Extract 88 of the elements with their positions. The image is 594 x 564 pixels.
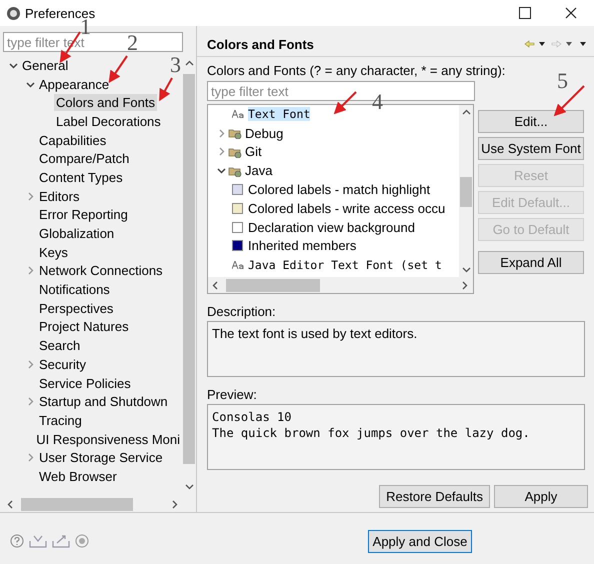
tree-item[interactable]: Search (37, 337, 82, 354)
tree-item[interactable]: General (20, 56, 70, 74)
folder-icon (228, 146, 242, 158)
expand-all-button[interactable]: Expand All (478, 251, 584, 274)
tree-item[interactable]: Capabilities (37, 132, 108, 149)
tree-item[interactable]: Service Policies (37, 374, 133, 392)
scroll-down-icon[interactable] (462, 265, 470, 274)
chevron-right-icon[interactable] (26, 266, 34, 276)
chevron-right-icon[interactable] (216, 147, 226, 156)
chevron-down-icon[interactable] (216, 166, 226, 176)
maximize-icon[interactable] (519, 7, 531, 19)
chevron-down-icon[interactable] (8, 60, 18, 70)
annotation-arrow (334, 91, 357, 114)
tree-item[interactable]: Web Browser (37, 468, 119, 485)
forward-icon[interactable] (551, 39, 575, 49)
scrollbar-thumb[interactable] (183, 74, 195, 464)
folder-icon (228, 127, 242, 140)
tree-item[interactable]: Content Types (37, 168, 125, 186)
scroll-up-icon[interactable] (462, 108, 470, 117)
scroll-left-icon[interactable] (6, 500, 15, 508)
tree-item[interactable]: Label Decorations (54, 112, 163, 130)
list-item[interactable]: Git (245, 144, 262, 160)
scroll-right-icon[interactable] (170, 500, 179, 508)
tree-item[interactable]: Startup and Shutdown (37, 393, 170, 410)
tree-item[interactable]: Security (37, 356, 88, 373)
chevron-right-icon[interactable] (26, 397, 34, 406)
description-label: Description: (207, 304, 277, 319)
tree-item[interactable]: UI Responsiveness Moni (34, 430, 182, 448)
filter-hint: Colors and Fonts (? = any character, * = any string): (207, 63, 506, 78)
scrollbar[interactable] (208, 277, 473, 293)
restore-defaults-button[interactable]: Restore Defaults (379, 485, 490, 508)
scroll-right-icon[interactable] (460, 280, 469, 290)
action-button[interactable]: Edit... (478, 110, 584, 133)
apply-button[interactable]: Apply (494, 485, 588, 508)
list-item[interactable]: Colored labels - match highlight (248, 182, 430, 198)
action-button[interactable]: Use System Font (478, 137, 584, 160)
annotation-arrow (108, 55, 128, 83)
annotation-arrow (159, 78, 173, 102)
chevron-right-icon[interactable] (26, 192, 34, 201)
tree-item[interactable]: Network Connections (37, 262, 165, 280)
record-icon[interactable] (75, 534, 89, 548)
app-icon (6, 6, 21, 20)
scroll-down-icon[interactable] (184, 482, 194, 491)
tree-item[interactable]: Notifications (37, 281, 112, 298)
scrollbar-thumb[interactable] (226, 278, 320, 292)
back-icon[interactable] (524, 39, 548, 49)
export-icon[interactable] (52, 534, 70, 548)
tree-item[interactable]: User Storage Service (37, 449, 165, 466)
tree-item[interactable]: Globalization (37, 225, 116, 242)
chevron-down-icon[interactable] (26, 80, 34, 89)
chevron-right-icon[interactable] (26, 360, 34, 369)
tree-item[interactable]: Colors and Fonts (54, 94, 157, 112)
scrollbar-thumb[interactable] (21, 498, 133, 510)
annotation-number: 5 (557, 68, 568, 94)
list-item[interactable]: Java Editor Text Font (set t (248, 258, 442, 272)
chevron-right-icon[interactable] (26, 453, 34, 462)
close-icon[interactable] (565, 7, 577, 19)
tree-item[interactable]: Compare/Patch (37, 150, 132, 168)
list-item[interactable]: Declaration view background (248, 220, 415, 235)
tree-item[interactable]: Keys (37, 244, 70, 261)
apply-and-close-button[interactable]: Apply and Close (368, 530, 472, 552)
annotation-number: 3 (170, 52, 181, 78)
preview-label: Preview: (207, 387, 258, 402)
tree-item[interactable]: Perspectives (37, 300, 116, 317)
tree-item[interactable]: Error Reporting (37, 206, 130, 224)
tree-item[interactable]: Project Natures (37, 318, 131, 336)
page-title: Colors and Fonts (207, 36, 315, 52)
list-item[interactable]: Colored labels - write access occu (248, 200, 446, 216)
font-icon (232, 260, 244, 269)
scrollbar[interactable] (459, 105, 473, 277)
scroll-up-icon[interactable] (184, 59, 194, 68)
help-icon[interactable] (10, 534, 24, 548)
tree-item[interactable]: Appearance (37, 76, 112, 93)
list-item[interactable]: Java (245, 163, 272, 178)
preview-text: The quick brown fox jumps over the lazy dog. (212, 425, 531, 441)
import-icon[interactable] (29, 534, 47, 548)
preview-text: Consolas 10 (212, 409, 292, 425)
list-item[interactable]: Inherited members (248, 238, 356, 254)
chevron-right-icon[interactable] (216, 128, 226, 138)
list-item[interactable]: Debug (245, 126, 284, 141)
folder-icon (228, 164, 242, 177)
description-text: The text font is used by text editors. (212, 326, 418, 341)
scrollbar-thumb[interactable] (460, 177, 472, 207)
scroll-left-icon[interactable] (211, 280, 220, 290)
list-item[interactable]: Text Font (248, 107, 310, 122)
font-icon (232, 110, 244, 118)
tree-item[interactable]: Editors (37, 188, 82, 205)
tree-item[interactable]: Tracing (37, 412, 84, 429)
